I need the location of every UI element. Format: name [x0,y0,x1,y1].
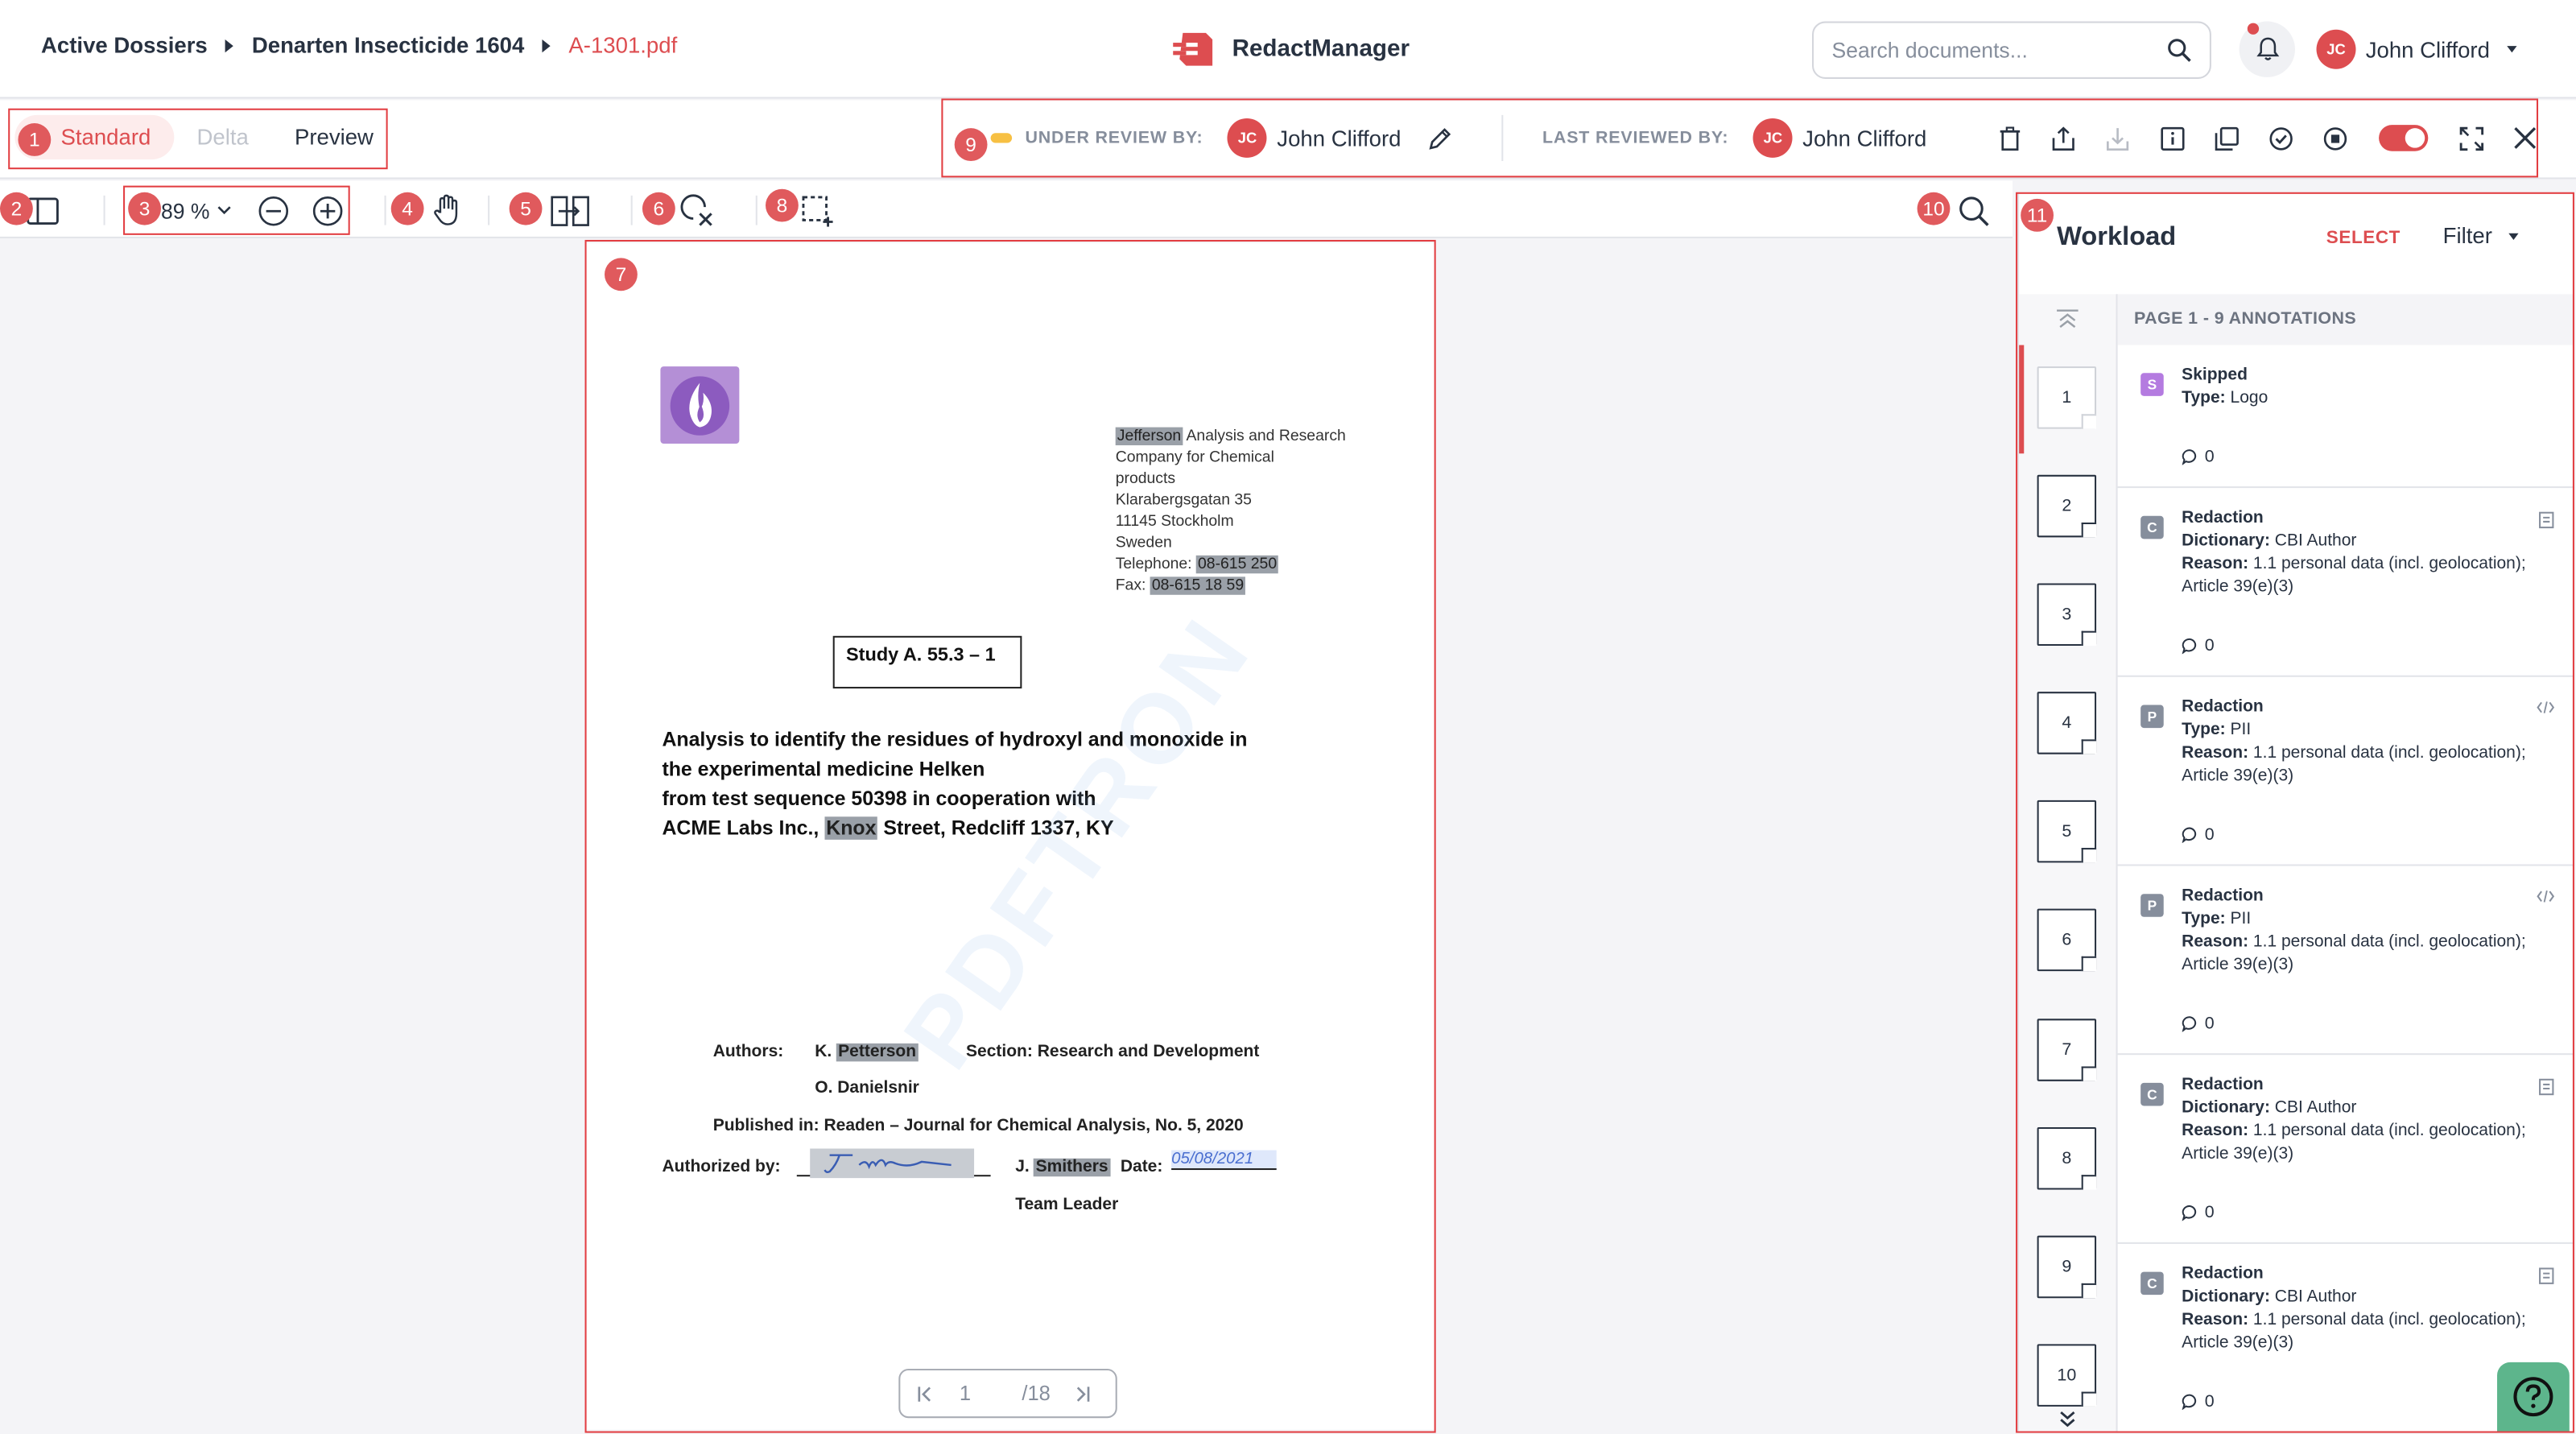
callout-box-status [941,98,2539,178]
redact-logo-icon [1173,32,1213,66]
callout-box-workload [2016,192,2574,1433]
toolbar-divider [103,195,105,225]
callout-number: 1 [18,123,52,156]
compare-icon [551,195,589,225]
callout-number: 6 [642,192,675,225]
callout-number: 2 [0,192,33,225]
search-icon[interactable] [2167,38,2192,63]
callout-number: 7 [605,258,638,291]
notifications-button[interactable] [2239,21,2295,77]
callout-number: 8 [766,188,799,222]
user-name: John Clifford [2365,36,2490,62]
callout-box-view-modes [8,108,388,170]
compare-button[interactable] [551,191,590,230]
breadcrumb-arrow-icon [542,38,551,52]
search-icon [1959,196,1989,225]
top-header: Active Dossiers Denarten Insecticide 160… [0,0,2576,99]
app-name: RedactManager [1232,35,1410,63]
clear-search-button[interactable] [679,191,715,230]
chevron-down-icon [2506,46,2516,53]
search-input[interactable] [1831,37,2167,63]
breadcrumb-dossiers[interactable]: Active Dossiers [41,33,208,58]
toolbar-divider [630,195,633,225]
search-cancel-icon [680,194,712,226]
breadcrumb-arrow-icon [225,38,234,52]
toolbar-divider [755,195,758,225]
callout-number: 4 [390,192,424,225]
pan-tool-button[interactable] [432,191,464,230]
callout-number: 9 [954,128,988,161]
user-menu[interactable]: JC John Clifford [2316,29,2516,69]
area-select-button[interactable] [802,191,833,230]
hand-icon [434,194,458,225]
toolbar-divider [384,195,386,225]
callout-box-page [584,239,1436,1433]
app-logo[interactable]: RedactManager [1173,27,1410,72]
callout-number: 11 [2021,198,2054,232]
toolbar-divider [488,195,490,225]
bell-icon [2256,37,2279,60]
callout-number: 5 [509,192,543,225]
callout-number: 10 [1917,192,1951,225]
callout-number: 3 [128,192,161,225]
avatar: JC [2316,29,2356,69]
select-area-icon [802,195,833,226]
notification-dot [2247,23,2260,35]
breadcrumb-dossier[interactable]: Denarten Insecticide 1604 [252,33,524,58]
search-box [1812,21,2211,79]
breadcrumb: Active Dossiers Denarten Insecticide 160… [41,33,677,58]
document-search-button[interactable] [1959,191,1990,230]
breadcrumb-file: A-1301.pdf [568,32,678,58]
